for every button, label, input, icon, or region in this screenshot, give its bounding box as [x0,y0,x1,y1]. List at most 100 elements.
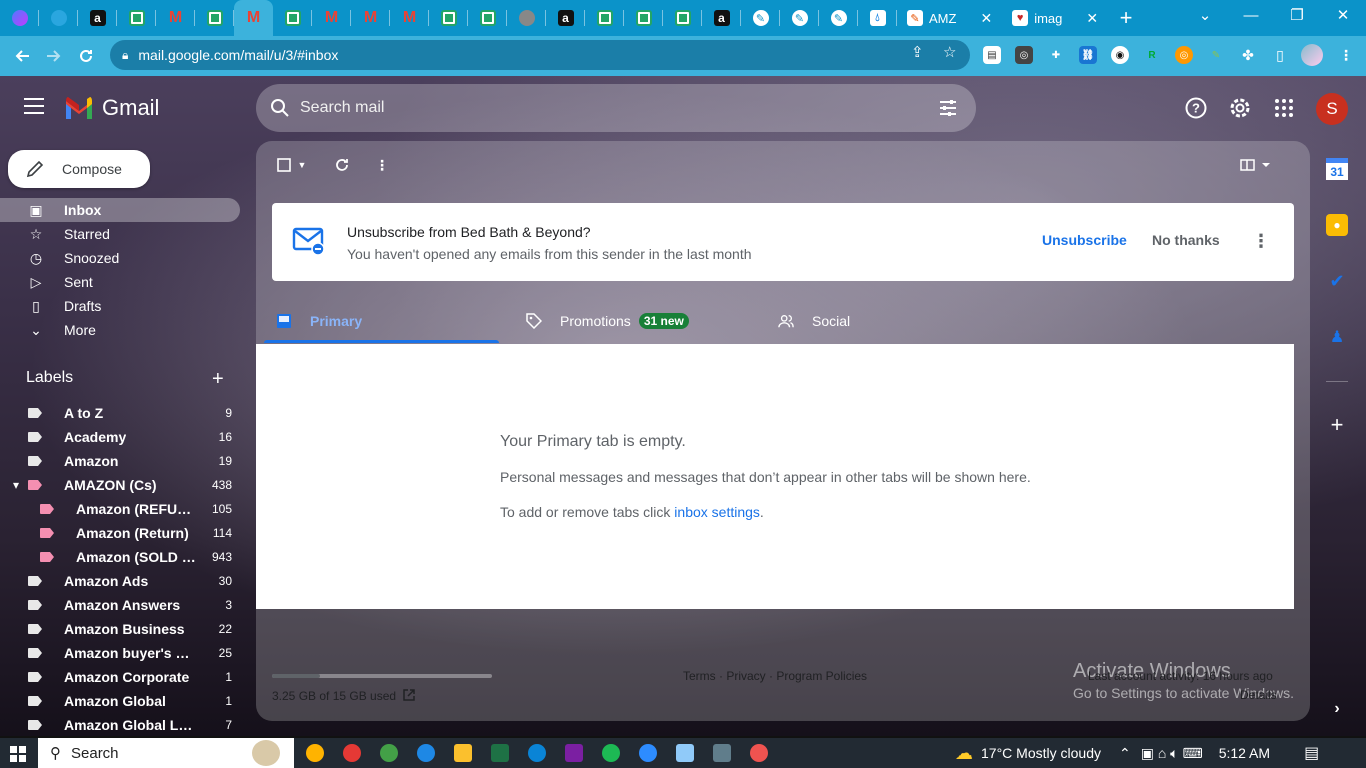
browser-tab[interactable]: ✎ [819,0,858,36]
extension-r-icon[interactable]: R [1143,46,1161,64]
extension-circle-icon[interactable]: ◉ [1111,46,1129,64]
browser-tab[interactable] [429,0,468,36]
chrome-icon[interactable] [343,744,361,762]
account-avatar[interactable]: S [1316,93,1348,125]
weather-text[interactable]: 17°C Mostly cloudy [981,745,1101,761]
clock[interactable]: 5:12 AM [1219,745,1270,761]
browser-tab[interactable]: ✎ [780,0,819,36]
gmail-logo[interactable]: Gmail [64,95,159,121]
calculator-icon[interactable] [713,744,731,762]
tab-promotions[interactable]: Promotions 31 new [514,298,749,344]
search-options-icon[interactable] [938,98,958,118]
browser-tab-amz[interactable]: ✎ AMZ ✕ [897,0,1002,36]
app-icon[interactable] [750,744,768,762]
label-item[interactable]: Amazon (REFU… 105 [0,497,240,521]
browser-tab[interactable]: M [351,0,390,36]
help-icon[interactable]: ? [1184,96,1208,120]
browser-tab[interactable] [39,0,78,36]
chrome-icon[interactable] [306,744,324,762]
search-input[interactable] [300,99,900,117]
unsubscribe-button[interactable]: Unsubscribe [1042,232,1127,248]
restore-button[interactable]: ❐ [1274,0,1320,30]
app-icon[interactable] [565,744,583,762]
extensions-puzzle-icon[interactable]: ✤ [1239,46,1257,64]
browser-tab[interactable] [273,0,312,36]
browser-tab[interactable]: a [546,0,585,36]
browser-menu-icon[interactable]: ⋮ [1337,46,1355,64]
close-window-button[interactable]: ✕ [1320,0,1366,30]
tray-chevron-icon[interactable]: ⌃ [1119,745,1131,762]
label-item[interactable]: Amazon buyer's m… 25 [0,641,240,665]
apps-grid-icon[interactable] [1272,96,1296,120]
browser-tab[interactable] [0,0,39,36]
close-tab-icon[interactable]: ✕ [980,10,992,27]
minimize-button[interactable]: — [1228,0,1274,30]
select-dropdown-icon[interactable]: ▼ [292,155,312,175]
open-storage-icon[interactable] [402,688,416,702]
nav-item-snoozed[interactable]: ◷ Snoozed [0,246,240,270]
contacts-icon[interactable]: ♟ [1326,326,1348,348]
label-item[interactable]: Amazon (SOLD … 943 [0,545,240,569]
nav-item-sent[interactable]: ▷ Sent [0,270,240,294]
show-side-panel-icon[interactable]: › [1326,698,1348,720]
nav-item-starred[interactable]: ☆ Starred [0,222,240,246]
forward-button[interactable] [38,40,70,72]
label-item[interactable]: ▾ AMAZON (Cs) 438 [0,473,240,497]
extension-eyedropper-icon[interactable]: ✎ [1207,46,1225,64]
excel-icon[interactable] [491,744,509,762]
no-thanks-button[interactable]: No thanks [1152,232,1220,248]
add-label-button[interactable]: + [212,368,224,391]
nav-item-more[interactable]: ⌄ More [0,318,240,342]
label-item[interactable]: Amazon (Return) 114 [0,521,240,545]
details-link[interactable]: Details [1240,688,1277,702]
label-item[interactable]: Amazon Business 22 [0,617,240,641]
keep-icon[interactable]: ● [1326,214,1348,236]
zoom-icon[interactable] [639,744,657,762]
main-menu-icon[interactable] [24,98,44,114]
browser-tab[interactable]: a [78,0,117,36]
compose-button[interactable]: Compose [8,150,150,188]
label-item[interactable]: Amazon Ads 30 [0,569,240,593]
tasks-icon[interactable]: ✔ [1326,270,1348,292]
label-item[interactable]: Amazon 19 [0,449,240,473]
get-addons-icon[interactable]: + [1326,412,1348,437]
tab-social[interactable]: Social [766,298,1001,344]
extension-puzzle-blue-icon[interactable]: ✚ [1047,46,1065,64]
browser-tab[interactable]: ✎ [741,0,780,36]
extension-link-icon[interactable]: ⛓ [1079,46,1097,64]
split-pane-toggle-icon[interactable] [1238,155,1272,175]
browser-tab[interactable]: M [156,0,195,36]
extension-off-icon[interactable]: ◎ [1015,46,1033,64]
calendar-icon[interactable]: 31 [1326,158,1348,180]
label-item[interactable]: A to Z 9 [0,401,240,425]
browser-tab[interactable] [624,0,663,36]
taskbar-search[interactable]: ⚲ Search [38,738,294,768]
file-explorer-icon[interactable] [454,744,472,762]
reload-button[interactable] [70,40,102,72]
chrome-icon[interactable] [417,744,435,762]
browser-tab-image[interactable]: ♥ imag ✕ [1002,0,1108,36]
notepad-icon[interactable] [676,744,694,762]
label-item[interactable]: Amazon Corporate 1 [0,665,240,689]
spotify-icon[interactable] [602,744,620,762]
extension-icon[interactable]: ▤ [983,46,1001,64]
search-icon[interactable] [270,98,290,118]
more-actions-icon[interactable]: ⋮ [372,155,392,175]
back-button[interactable] [6,40,38,72]
browser-tab[interactable] [117,0,156,36]
select-all-checkbox[interactable] [274,155,294,175]
browser-tab[interactable] [507,0,546,36]
settings-gear-icon[interactable] [1228,96,1252,120]
new-tab-button[interactable]: + [1108,5,1144,31]
refresh-icon[interactable] [332,155,352,175]
browser-tab[interactable] [663,0,702,36]
tab-search-icon[interactable]: ⌄ [1182,0,1228,30]
browser-tab[interactable]: M [234,0,273,36]
url-bar[interactable]: 🔒︎ mail.google.com/mail/u/3/#inbox [110,40,970,70]
side-panel-icon[interactable]: ▯ [1271,46,1289,64]
browser-tab[interactable] [585,0,624,36]
notifications-icon[interactable]: ▤ [1304,743,1319,763]
label-item[interactable]: Amazon Global 1 [0,689,240,713]
label-item[interactable]: Academy 16 [0,425,240,449]
browser-tab[interactable]: M [312,0,351,36]
